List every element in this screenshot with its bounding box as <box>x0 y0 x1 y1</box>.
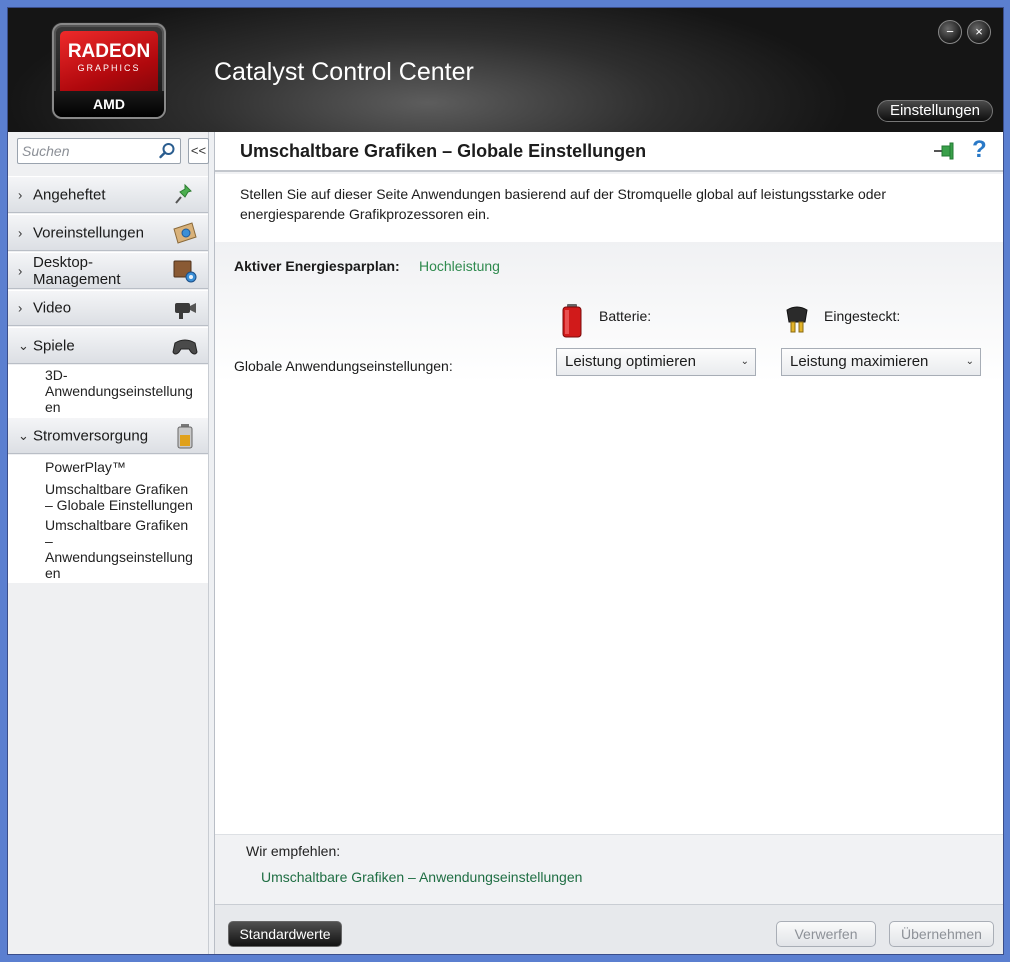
sidebar-item-label: Angeheftet <box>33 186 106 203</box>
chevron-right-icon: › <box>18 187 23 202</box>
page-description: Stellen Sie auf dieser Seite Anwendungen… <box>215 174 1003 242</box>
collapse-sidebar-button[interactable]: << <box>188 138 209 164</box>
pin-page-icon[interactable] <box>933 140 959 162</box>
recommendation-panel: Wir empfehlen: Umschaltbare Grafiken – A… <box>215 834 1003 904</box>
battery-mode-value: Leistung optimieren <box>565 353 696 370</box>
chevron-right-icon: › <box>18 225 23 240</box>
video-camera-icon <box>175 303 196 319</box>
logo-brand: RADEON <box>67 41 151 62</box>
search-box[interactable] <box>17 138 181 164</box>
sidebar-item-label: Voreinstellungen <box>33 224 144 241</box>
games-subitems: 3D- Anwendungseinstellung en <box>8 365 208 417</box>
sidebar-subitem-powerplay[interactable]: PowerPlay™ <box>45 459 126 475</box>
settings-area: Aktiver Energiesparplan: Hochleistung Ba… <box>215 242 1003 834</box>
defaults-button[interactable]: Standardwerte <box>228 921 342 947</box>
sidebar-item-desktop-management[interactable]: › Desktop- Management <box>8 252 208 289</box>
discard-button[interactable]: Verwerfen <box>776 921 876 947</box>
radeon-logo: RADEON GRAPHICS AMD <box>52 23 166 119</box>
search-input[interactable] <box>22 142 156 160</box>
battery-column-label: Batterie: <box>599 308 652 324</box>
power-subitems: PowerPlay™ Umschaltbare Grafiken – Globa… <box>8 455 208 583</box>
close-button[interactable]: × <box>967 20 991 44</box>
chevron-right-icon: › <box>18 263 23 278</box>
sidebar-item-label: Video <box>33 299 72 317</box>
sidebar-item-presets[interactable]: › Voreinstellungen <box>8 214 208 251</box>
main-panel: Umschaltbare Grafiken – Globale Einstell… <box>214 132 1003 954</box>
global-app-settings-label: Globale Anwendungseinstellungen: <box>234 358 453 374</box>
title-bar: RADEON GRAPHICS AMD Catalyst Control Cen… <box>8 8 1003 132</box>
chevron-down-icon: ⌄ <box>965 356 974 367</box>
battery-icon <box>562 304 582 338</box>
sidebar-item-power[interactable]: ⌄ Stromversorgung <box>8 417 208 454</box>
sidebar-item-pinned[interactable]: › Angeheftet <box>8 176 208 213</box>
sidebar-subitem-switchable-apps[interactable]: Umschaltbare Grafiken – Anwendungseinste… <box>45 517 193 581</box>
app-window: RADEON GRAPHICS AMD Catalyst Control Cen… <box>7 7 1004 955</box>
plugged-mode-select[interactable]: Leistung maximieren ⌄ <box>781 348 981 376</box>
gamepad-icon <box>172 339 198 354</box>
presets-icon <box>173 221 197 244</box>
sidebar-item-label: Desktop- Management <box>33 253 121 288</box>
sidebar-item-label: Spiele <box>33 337 75 354</box>
sidebar-subitem-3d-app-settings[interactable]: 3D- Anwendungseinstellung en <box>45 367 193 415</box>
power-plan-value: Hochleistung <box>419 258 500 274</box>
sidebar-item-label: Stromversorgung <box>33 427 149 444</box>
power-plan-label: Aktiver Energiesparplan: <box>234 258 400 274</box>
page-title: Umschaltbare Grafiken – Globale Einstell… <box>240 141 647 161</box>
chevron-down-icon: ⌄ <box>18 337 29 353</box>
sidebar-subitem-switchable-global[interactable]: Umschaltbare Grafiken – Globale Einstell… <box>45 481 193 513</box>
logo-sub: GRAPHICS <box>77 63 141 73</box>
battery-icon <box>177 423 193 448</box>
chevron-right-icon: › <box>18 300 23 316</box>
logo-maker: AMD <box>54 91 164 117</box>
search-icon[interactable] <box>158 142 176 160</box>
app-title: Catalyst Control Center <box>214 58 474 86</box>
page-header: Umschaltbare Grafiken – Globale Einstell… <box>215 132 1003 172</box>
recommendation-label: Wir empfehlen: <box>246 843 341 859</box>
battery-mode-select[interactable]: Leistung optimieren ⌄ <box>556 348 756 376</box>
plugged-mode-value: Leistung maximieren <box>790 353 929 370</box>
plugged-in-column-label: Eingesteckt: <box>824 308 901 324</box>
chevron-down-icon: ⌄ <box>740 356 749 367</box>
footer-bar: Standardwerte Verwerfen Übernehmen <box>215 904 1003 954</box>
sidebar-item-games[interactable]: ⌄ Spiele <box>8 327 208 364</box>
sidebar: << › Angeheftet › Voreinstellungen › Des… <box>8 132 209 954</box>
plug-icon <box>786 306 808 333</box>
apply-button[interactable]: Übernehmen <box>889 921 994 947</box>
recommendation-link[interactable]: Umschaltbare Grafiken – Anwendungseinste… <box>261 869 582 885</box>
chevron-down-icon: ⌄ <box>18 427 29 443</box>
pin-icon <box>175 183 192 204</box>
sidebar-item-video[interactable]: › Video <box>8 290 208 326</box>
help-icon[interactable]: ? <box>972 136 987 164</box>
minimize-button[interactable]: − <box>938 20 962 44</box>
desktop-management-icon <box>173 260 197 282</box>
settings-button[interactable]: Einstellungen <box>877 100 993 122</box>
